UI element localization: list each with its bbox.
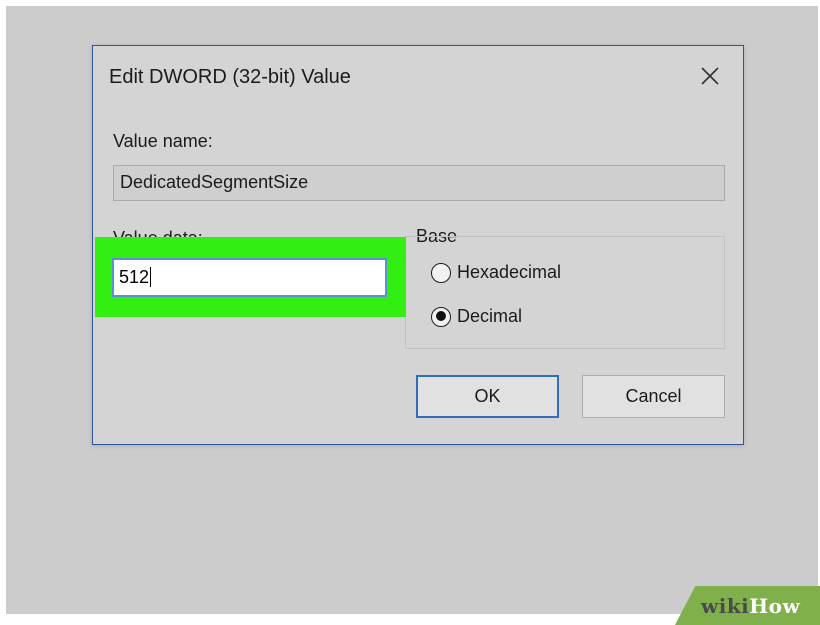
watermark-how: How xyxy=(749,594,801,618)
radio-decimal-label: Decimal xyxy=(457,306,523,326)
value-data-text: 512 xyxy=(119,267,150,287)
radio-unchecked-icon xyxy=(431,262,451,283)
value-data-input[interactable]: 512 xyxy=(112,258,387,297)
value-name-field: DedicatedSegmentSize xyxy=(113,165,725,201)
cancel-label: Cancel xyxy=(625,386,682,406)
edit-dword-dialog: Edit DWORD (32-bit) Value Value name: De… xyxy=(92,45,744,445)
ok-label: OK xyxy=(474,386,501,406)
close-icon xyxy=(701,67,719,85)
close-button[interactable] xyxy=(695,61,725,91)
dialog-title: Edit DWORD (32-bit) Value xyxy=(109,66,351,88)
value-name-label: Value name: xyxy=(113,131,213,151)
wikihow-watermark: wikiHow xyxy=(675,586,820,625)
radio-decimal[interactable]: Decimal xyxy=(431,306,522,327)
radio-hexadecimal[interactable]: Hexadecimal xyxy=(431,262,561,283)
base-group xyxy=(405,236,725,349)
radio-hexadecimal-label: Hexadecimal xyxy=(457,262,562,282)
watermark-wiki: wiki xyxy=(701,594,750,618)
radio-checked-icon xyxy=(431,306,451,327)
cancel-button[interactable]: Cancel xyxy=(582,375,725,418)
ok-button[interactable]: OK xyxy=(416,375,559,418)
title-bar: Edit DWORD (32-bit) Value xyxy=(93,46,743,108)
watermark-logo: wikiHow xyxy=(701,594,800,618)
text-caret xyxy=(150,267,152,287)
